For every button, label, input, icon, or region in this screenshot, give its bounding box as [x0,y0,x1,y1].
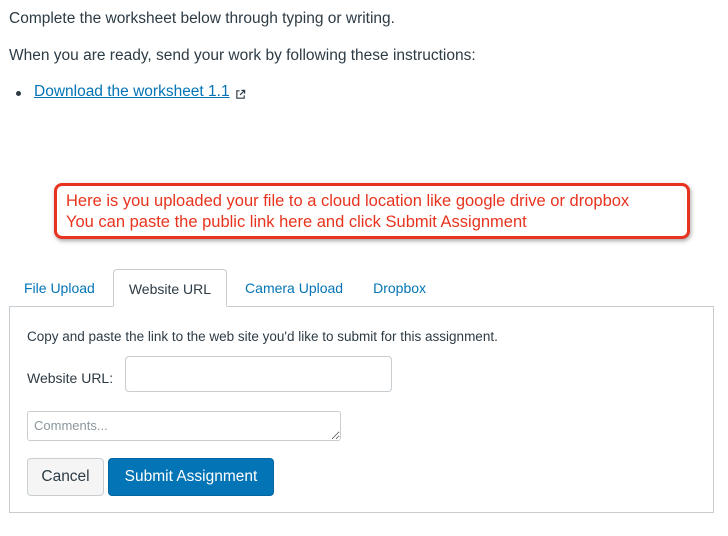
bullet [16,90,21,96]
intro-text: Complete the worksheet below through typ… [9,10,395,27]
tab-camera-upload[interactable]: Camera Upload [230,269,358,307]
tab-dropbox[interactable]: Dropbox [358,269,441,307]
comments-field[interactable] [27,411,341,441]
cancel-button[interactable]: Cancel [27,458,104,496]
website-url-label: Website URL: [27,370,114,386]
list-item: Download the worksheet 1.1 [16,83,246,101]
website-url-input[interactable] [125,356,392,392]
tab-website-url[interactable]: Website URL [112,269,228,307]
download-worksheet-link[interactable]: Download the worksheet 1.1 [34,83,230,101]
submission-tabs: File Upload Website URL Camera Upload Dr… [9,269,441,307]
external-link-icon[interactable] [235,89,246,100]
download-list: Download the worksheet 1.1 [16,83,246,101]
callout-line-2: You can paste the public link here and c… [66,213,527,231]
callout-line-1: Here is you uploaded your file to a clou… [66,192,630,210]
tab-file-upload[interactable]: File Upload [9,269,110,307]
panel-description: Copy and paste the link to the web site … [27,329,498,344]
website-url-panel: Copy and paste the link to the web site … [9,306,714,513]
submit-assignment-button[interactable]: Submit Assignment [108,458,274,496]
annotation-callout: Here is you uploaded your file to a clou… [54,183,690,239]
instructions-text: When you are ready, send your work by fo… [9,47,476,64]
